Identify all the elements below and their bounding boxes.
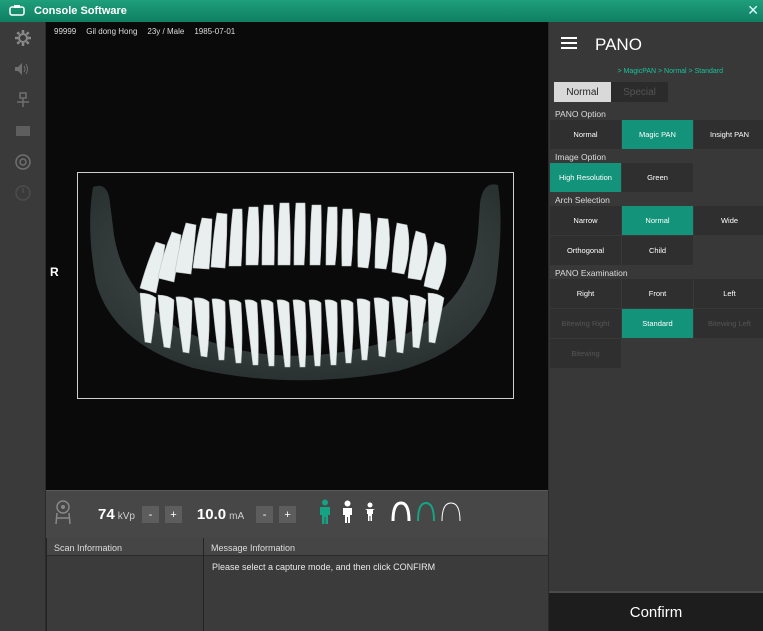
- empty-slot: [694, 236, 763, 265]
- arch-narrow-icon[interactable]: [390, 501, 412, 528]
- option-magic-pan[interactable]: Magic PAN: [622, 120, 693, 149]
- window-title: Console Software: [34, 5, 127, 17]
- message-text: Please select a capture mode, and then c…: [212, 562, 436, 572]
- left-toolbar: [0, 22, 46, 631]
- child-icon[interactable]: [364, 502, 376, 527]
- message-information-panel: Message Information Please select a capt…: [203, 538, 548, 631]
- option-high-resolution[interactable]: High Resolution: [550, 163, 621, 192]
- patient-name: Gil dong Hong: [86, 27, 138, 36]
- adult-medium-icon[interactable]: [341, 500, 354, 529]
- ma-display: 10.0 mA: [197, 506, 244, 523]
- kvp-decrease-button[interactable]: -: [141, 506, 159, 523]
- arch-selection-label: Arch Selection: [555, 195, 610, 205]
- ma-unit: mA: [229, 511, 245, 522]
- option-orthogonal[interactable]: Orthogonal: [550, 236, 621, 265]
- pano-option-label: PANO Option: [555, 109, 606, 119]
- device-arm-icon[interactable]: [0, 84, 46, 115]
- image-option-group: High Resolution Green: [550, 163, 763, 192]
- title-bar: Console Software ✕: [0, 0, 763, 22]
- patient-age-sex: 23y / Male: [147, 27, 185, 36]
- option-bitewing-right[interactable]: Bitewing Right: [550, 309, 621, 338]
- pano-examination-group: Right Front Left Bitewing Right Standard…: [550, 279, 763, 368]
- menu-hamburger-icon[interactable]: [561, 36, 577, 55]
- option-bitewing-left[interactable]: Bitewing Left: [694, 309, 763, 338]
- pano-option-group: Normal Magic PAN Insight PAN: [550, 120, 763, 149]
- capture-area-frame: [77, 172, 514, 399]
- patient-dob: 1985-07-01: [194, 27, 236, 36]
- pano-examination-label: PANO Examination: [555, 268, 628, 278]
- ma-value: 10.0: [196, 506, 227, 523]
- option-left[interactable]: Left: [694, 279, 763, 308]
- mode-tabs: Normal Special: [554, 82, 763, 102]
- kvp-display: 74 kVp: [98, 506, 135, 523]
- scan-information-panel: Scan Information: [46, 538, 203, 631]
- message-information-header: Message Information: [204, 538, 548, 556]
- close-icon[interactable]: ✕: [747, 2, 759, 19]
- option-arch-normal[interactable]: Normal: [622, 206, 693, 235]
- kvp-increase-button[interactable]: +: [164, 506, 182, 523]
- arch-wide-icon[interactable]: [440, 501, 462, 528]
- target-icon[interactable]: [0, 146, 46, 177]
- scan-information-header: Scan Information: [47, 538, 203, 556]
- ma-increase-button[interactable]: +: [279, 506, 297, 523]
- arch-selection-group: Narrow Normal Wide Orthogonal Child: [550, 206, 763, 265]
- confirm-button[interactable]: Confirm: [549, 591, 763, 631]
- tab-special[interactable]: Special: [611, 82, 668, 102]
- kvp-unit: kVp: [117, 511, 135, 522]
- option-child[interactable]: Child: [622, 236, 693, 265]
- patient-id: 99999: [54, 27, 77, 36]
- option-green[interactable]: Green: [622, 163, 693, 192]
- option-bitewing[interactable]: Bitewing: [550, 339, 621, 368]
- pano-settings-panel: PANO > MagicPAN > Normal > Standard Norm…: [549, 22, 763, 631]
- option-narrow[interactable]: Narrow: [550, 206, 621, 235]
- panel-header: PANO: [549, 22, 763, 68]
- option-front[interactable]: Front: [622, 279, 693, 308]
- option-insight-pan[interactable]: Insight PAN: [694, 120, 763, 149]
- patient-info: 99999 Gil dong Hong 23y / Male 1985-07-0…: [54, 27, 235, 36]
- app-icon: [0, 0, 34, 22]
- option-standard[interactable]: Standard: [622, 309, 693, 338]
- speaker-icon[interactable]: [0, 53, 46, 84]
- adult-large-icon[interactable]: [318, 499, 332, 530]
- exposure-control-bar: 74 kVp - + 10.0 mA - +: [46, 490, 548, 538]
- jaw-xray-image: [90, 184, 501, 381]
- image-option-label: Image Option: [555, 152, 607, 162]
- side-marker: R: [50, 265, 59, 279]
- xray-tube-icon: [54, 499, 72, 530]
- option-right[interactable]: Right: [550, 279, 621, 308]
- arch-normal-icon[interactable]: [415, 501, 437, 528]
- ma-decrease-button[interactable]: -: [256, 506, 274, 523]
- option-normal[interactable]: Normal: [550, 120, 621, 149]
- option-wide[interactable]: Wide: [694, 206, 763, 235]
- timer-icon[interactable]: [0, 177, 46, 208]
- breadcrumb: > MagicPAN > Normal > Standard: [617, 68, 723, 75]
- settings-gear-icon[interactable]: [0, 22, 46, 53]
- empty-slot: [694, 163, 763, 192]
- image-viewer: 99999 Gil dong Hong 23y / Male 1985-07-0…: [46, 22, 548, 490]
- tab-normal[interactable]: Normal: [554, 82, 611, 102]
- panel-title: PANO: [595, 35, 642, 54]
- kvp-value: 74: [98, 506, 115, 523]
- monitor-icon[interactable]: [0, 115, 46, 146]
